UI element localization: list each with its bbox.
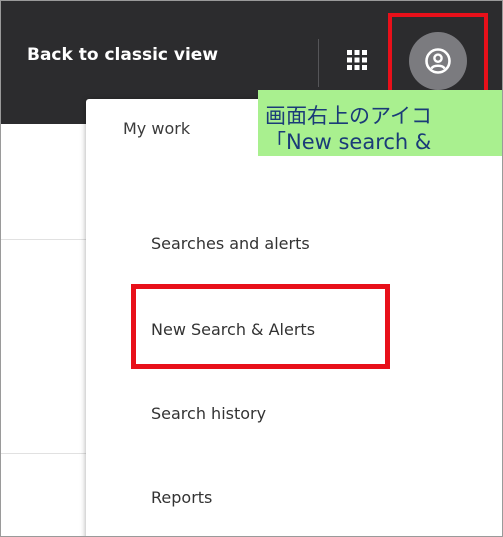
menu-item-reports[interactable]: Reports	[151, 488, 212, 507]
callout-text-line-2: 「New search &	[265, 130, 432, 154]
grid-apps-icon[interactable]	[347, 50, 367, 70]
menu-item-search-history[interactable]: Search history	[151, 404, 266, 423]
menu-section-my-work: My work	[123, 119, 191, 138]
user-circle-icon	[425, 48, 451, 74]
screenshot-frame: Back to classic view My work Searches an…	[0, 0, 503, 537]
toolbar-divider	[318, 39, 319, 87]
menu-item-searches-and-alerts[interactable]: Searches and alerts	[151, 234, 310, 253]
background-page-panel	[1, 124, 86, 536]
back-to-classic-view-link[interactable]: Back to classic view	[27, 45, 218, 65]
background-divider	[1, 239, 86, 240]
account-dropdown-menu: My work Searches and alerts New Search &…	[86, 99, 502, 536]
user-account-button[interactable]	[409, 32, 467, 90]
menu-item-new-search-and-alerts[interactable]: New Search & Alerts	[151, 320, 315, 339]
background-divider	[1, 453, 86, 454]
annotation-callout: 画面右上のアイコ 「New search &	[258, 90, 502, 156]
